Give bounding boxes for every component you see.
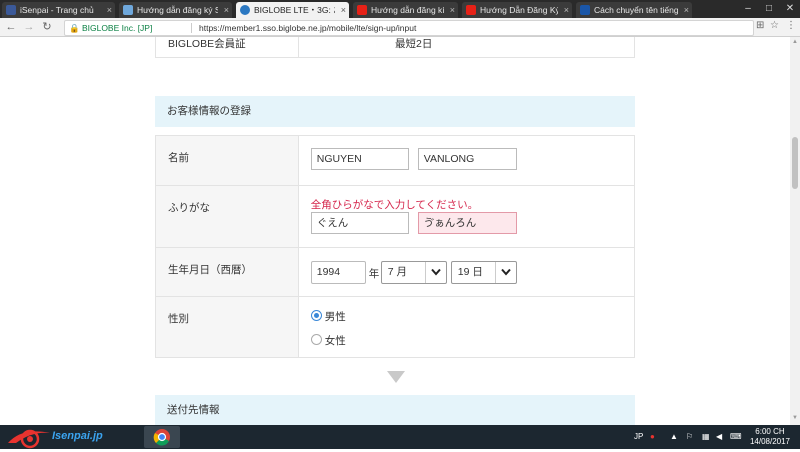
site-icon xyxy=(123,5,133,15)
tab-youtube-2[interactable]: Hướng Dẫn Đăng Ký Sim × xyxy=(462,2,572,18)
first-name-input[interactable]: VANLONG xyxy=(417,148,517,170)
last-name-kana-input[interactable]: ぐえん xyxy=(310,212,409,234)
tab-title: Hướng Dẫn Đăng Ký Sim xyxy=(480,5,558,15)
year-unit: 年 xyxy=(368,268,380,280)
prev-table: BIGLOBE会員証 最短2日 xyxy=(155,37,635,58)
tab-youtube-1[interactable]: Hướng dẫn đăng kí sim × xyxy=(353,2,458,18)
furigana-error-message: 全角ひらがなで入力してください。 xyxy=(310,199,479,211)
section-title: お客様情報の登録 xyxy=(167,105,251,117)
tab-isenpai[interactable]: iSenpai - Trang chủ × xyxy=(2,2,115,18)
tab-title: BIGLOBE LTE・3G: お申 xyxy=(254,5,335,15)
gender-row: 性別 男性 女性 xyxy=(155,296,636,358)
last-name-input[interactable]: NGUYEN xyxy=(310,148,409,170)
maximize-button[interactable]: □ xyxy=(759,0,779,18)
tab-close-icon[interactable]: × xyxy=(107,2,112,18)
down-arrow-icon xyxy=(387,371,405,383)
chrome-menu-icon[interactable]: ⋮ xyxy=(786,20,796,31)
keyboard-icon[interactable]: ⌨ xyxy=(730,425,742,449)
tab-title: Cách chuyển tên tiếng V xyxy=(594,5,678,15)
chevron-down-icon xyxy=(424,262,446,283)
prev-row-value-text: 最短2日 xyxy=(395,38,433,50)
tab-close-icon[interactable]: × xyxy=(450,2,455,18)
network-icon[interactable]: ▦ xyxy=(702,425,710,449)
birth-month-select[interactable]: 7 月 xyxy=(380,261,447,284)
prev-row-label: BIGLOBE会員証 xyxy=(155,37,299,58)
birth-year-input[interactable]: 1994 xyxy=(310,261,366,284)
birthday-label: 生年月日（西暦） xyxy=(155,247,299,297)
clock-date: 14/08/2017 xyxy=(749,437,790,446)
first-name-kana-input[interactable]: ゔぁんろん xyxy=(417,212,517,234)
facebook-icon xyxy=(6,5,16,15)
page-content: BIGLOBE会員証 最短2日 お客様情報の登録 名前 NGUYEN VANLO… xyxy=(0,37,790,425)
customer-form-table: 名前 NGUYEN VANLONG ふりがな 全角ひらがなで入力してください。 … xyxy=(155,135,636,358)
notification-icon[interactable]: ● xyxy=(650,425,655,449)
clock-time: 6:00 CH xyxy=(755,427,785,436)
section-delivery-info: 送付先情報 xyxy=(155,395,635,425)
volume-icon[interactable]: ◀ xyxy=(716,425,722,449)
address-bar[interactable]: 🔒 BIGLOBE Inc. [JP] https://member1.sso.… xyxy=(64,20,754,36)
system-clock[interactable]: 6:00 CH 14/08/2017 xyxy=(750,427,790,447)
name-row: 名前 NGUYEN VANLONG xyxy=(155,135,636,186)
tab-title: Hướng dẫn đăng ký SIM xyxy=(137,5,218,15)
birth-day-select[interactable]: 19 日 xyxy=(450,261,517,284)
tray-arrow-icon[interactable]: ▲ xyxy=(670,425,678,449)
scroll-down-icon[interactable]: ▼ xyxy=(792,415,798,421)
action-center-icon[interactable]: ⚐ xyxy=(686,425,693,449)
prev-row-value: 最短2日 xyxy=(298,37,635,58)
tab-cach-chuyen-ten[interactable]: Cách chuyển tên tiếng V × xyxy=(576,2,692,18)
tab-biglobe[interactable]: BIGLOBE LTE・3G: お申 × xyxy=(236,2,349,18)
tab-title: Hướng dẫn đăng kí sim xyxy=(371,5,444,15)
tab-close-icon[interactable]: × xyxy=(564,2,569,18)
globe-icon xyxy=(240,5,250,15)
back-button[interactable]: ← xyxy=(4,20,18,34)
furigana-row: ふりがな 全角ひらがなで入力してください。 ぐえん ゔぁんろん xyxy=(155,185,636,248)
tab-close-icon[interactable]: × xyxy=(224,2,229,18)
chrome-icon xyxy=(153,429,170,446)
gender-label: 性別 xyxy=(155,296,299,358)
birthday-row: 生年月日（西暦） 1994 年 7 月 19 日 xyxy=(155,247,636,297)
section-title: 送付先情報 xyxy=(167,404,220,416)
bookmark-star-icon[interactable]: ☆ xyxy=(770,20,779,31)
forward-button[interactable]: → xyxy=(22,20,36,34)
site-identity[interactable]: 🔒 BIGLOBE Inc. [JP] xyxy=(69,21,152,35)
birth-month-value: 7 月 xyxy=(387,266,407,278)
youtube-icon xyxy=(357,5,367,15)
vertical-scrollbar[interactable]: ▲ ▼ xyxy=(790,37,800,425)
gender-female-label[interactable]: 女性 xyxy=(325,333,346,348)
scroll-up-icon[interactable]: ▲ xyxy=(792,39,798,45)
section-customer-info: お客様情報の登録 xyxy=(155,96,635,127)
tab-close-icon[interactable]: × xyxy=(684,2,689,18)
url-text[interactable]: https://member1.sso.biglobe.ne.jp/mobile… xyxy=(199,21,416,35)
browser-tab-strip: iSenpai - Trang chủ × Hướng dẫn đăng ký … xyxy=(0,0,800,18)
site-icon xyxy=(580,5,590,15)
close-window-button[interactable]: ✕ xyxy=(780,0,800,18)
input-language[interactable]: JP xyxy=(634,425,643,449)
minimize-button[interactable]: – xyxy=(738,0,758,18)
translate-icon[interactable]: ⊞ xyxy=(756,20,764,31)
chrome-taskbar-button[interactable] xyxy=(144,426,180,448)
gender-male-radio[interactable] xyxy=(310,310,322,321)
scrollbar-thumb[interactable] xyxy=(792,137,798,189)
divider xyxy=(191,23,192,33)
chevron-down-icon xyxy=(494,262,516,283)
birth-day-value: 19 日 xyxy=(457,266,483,278)
windows-taskbar: Isenpai.jp JP ● ▲ ⚐ ▦ ◀ ⌨ 6:00 CH 14/08/… xyxy=(0,425,800,449)
omnibar: ← → ↻ 🔒 BIGLOBE Inc. [JP] https://member… xyxy=(0,18,800,37)
start-button[interactable]: Isenpai.jp xyxy=(2,425,112,449)
start-logo-text: Isenpai.jp xyxy=(52,430,103,442)
tab-close-icon[interactable]: × xyxy=(341,2,346,18)
furigana-label: ふりがな xyxy=(155,185,299,248)
tab-title: iSenpai - Trang chủ xyxy=(20,5,94,15)
youtube-icon xyxy=(466,5,476,15)
gender-female-radio[interactable] xyxy=(310,334,322,345)
reload-button[interactable]: ↻ xyxy=(40,20,54,34)
gender-male-label[interactable]: 男性 xyxy=(325,309,346,324)
name-label: 名前 xyxy=(155,135,299,186)
tab-huong-dan-sim[interactable]: Hướng dẫn đăng ký SIM × xyxy=(119,2,232,18)
